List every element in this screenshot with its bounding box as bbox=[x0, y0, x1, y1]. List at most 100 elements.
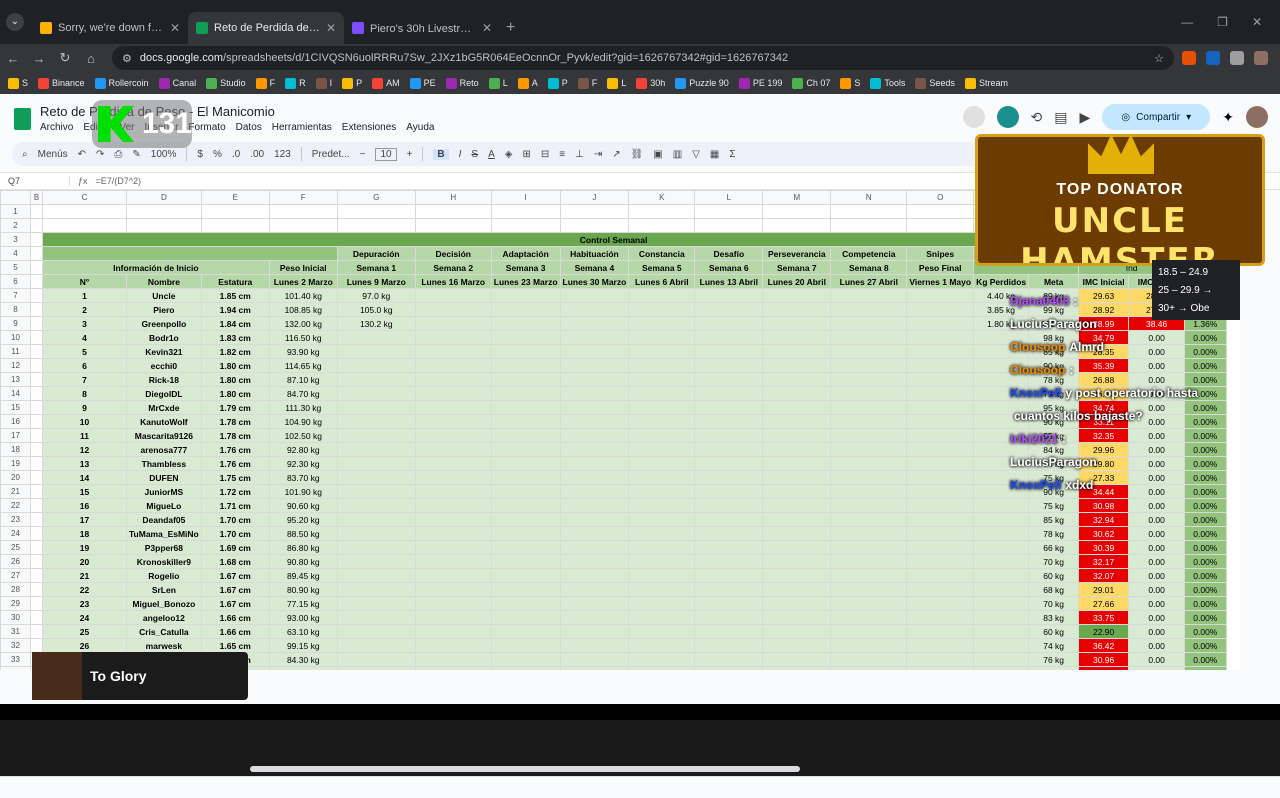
week-weight[interactable] bbox=[906, 372, 975, 387]
participant-name[interactable]: TuMama_EsMiNo bbox=[126, 526, 202, 541]
week-weight[interactable] bbox=[490, 456, 561, 471]
week1-weight[interactable] bbox=[336, 386, 416, 401]
initial-weight[interactable]: 101.90 kg bbox=[268, 484, 338, 499]
menu-item[interactable]: Datos bbox=[236, 122, 262, 133]
meta-weight[interactable]: 70 kg bbox=[1028, 554, 1080, 569]
grid-cell[interactable] bbox=[694, 218, 764, 233]
participant-name[interactable]: Bodr1o bbox=[126, 330, 202, 345]
participant-name[interactable]: DUFEN bbox=[126, 470, 202, 485]
bookmark-item[interactable]: PE 199 bbox=[738, 77, 782, 89]
zoom-select[interactable]: 100% bbox=[151, 149, 177, 160]
grid-cell[interactable] bbox=[30, 554, 43, 569]
meta-weight[interactable]: 70 kg bbox=[1028, 666, 1080, 670]
imc-initial[interactable]: 29.01 bbox=[1078, 582, 1130, 597]
week-weight[interactable] bbox=[559, 582, 630, 597]
week-weight[interactable] bbox=[906, 470, 975, 485]
grid-cell[interactable] bbox=[42, 218, 127, 233]
grid-cell[interactable] bbox=[628, 204, 696, 219]
text-color-button[interactable]: A bbox=[488, 149, 495, 160]
week-weight[interactable] bbox=[490, 596, 561, 611]
stage-header[interactable]: Adaptación bbox=[490, 246, 561, 261]
bookmark-item[interactable]: Tools bbox=[870, 77, 905, 89]
grid-cell[interactable] bbox=[126, 204, 202, 219]
week-weight[interactable] bbox=[628, 512, 696, 527]
kg-lost[interactable] bbox=[973, 638, 1030, 653]
row-number[interactable]: 19 bbox=[0, 456, 31, 471]
participant-height[interactable]: 1.83 cm bbox=[200, 330, 270, 345]
grid-cell[interactable] bbox=[30, 358, 43, 373]
row-number[interactable]: 17 bbox=[0, 428, 31, 443]
initial-weight[interactable]: 132.00 kg bbox=[268, 316, 338, 331]
meta-weight[interactable]: 66 kg bbox=[1028, 540, 1080, 555]
column-header[interactable]: O bbox=[906, 190, 975, 205]
week-weight[interactable] bbox=[559, 512, 630, 527]
week-weight[interactable] bbox=[830, 484, 908, 499]
week-weight[interactable] bbox=[830, 344, 908, 359]
menu-item[interactable]: Archivo bbox=[40, 122, 73, 133]
stage-header[interactable]: Perseverancia bbox=[762, 246, 832, 261]
week-weight[interactable] bbox=[414, 554, 492, 569]
column-title[interactable]: Meta bbox=[1028, 274, 1080, 289]
percent-lost[interactable]: 0.00% bbox=[1184, 498, 1227, 513]
initial-weight[interactable]: 83.70 kg bbox=[268, 470, 338, 485]
row-number[interactable]: 18 bbox=[0, 442, 31, 457]
week-weight[interactable] bbox=[490, 498, 561, 513]
week-weight[interactable] bbox=[762, 610, 832, 625]
week-weight[interactable] bbox=[628, 302, 696, 317]
participant-height[interactable]: 1.80 cm bbox=[200, 386, 270, 401]
week-weight[interactable] bbox=[906, 414, 975, 429]
formula-input[interactable]: =E7/(D7^2) bbox=[88, 176, 142, 186]
week-weight[interactable] bbox=[559, 610, 630, 625]
meta-weight[interactable]: 74 kg bbox=[1028, 638, 1080, 653]
week-weight[interactable] bbox=[830, 288, 908, 303]
participant-height[interactable]: 1.68 cm bbox=[200, 554, 270, 569]
grid-cell[interactable] bbox=[30, 288, 43, 303]
week1-weight[interactable] bbox=[336, 400, 416, 415]
url-field[interactable]: ⚙ docs.google.com/spreadsheets/d/1CIVQSN… bbox=[112, 46, 1174, 70]
week-weight[interactable] bbox=[762, 624, 832, 639]
participant-height[interactable]: 1.72 cm bbox=[200, 484, 270, 499]
meet-icon[interactable]: ▶ bbox=[1079, 109, 1090, 126]
grid-cell[interactable] bbox=[30, 232, 43, 247]
week-weight[interactable] bbox=[628, 470, 696, 485]
grid-cell[interactable] bbox=[42, 246, 338, 261]
week-weight[interactable] bbox=[762, 428, 832, 443]
participant-height[interactable]: 1.80 cm bbox=[200, 372, 270, 387]
percent-lost[interactable]: 0.00% bbox=[1184, 568, 1227, 583]
week-weight[interactable] bbox=[414, 484, 492, 499]
week-weight[interactable] bbox=[830, 330, 908, 345]
participant-height[interactable]: 1.85 cm bbox=[200, 288, 270, 303]
grid-cell[interactable] bbox=[762, 218, 832, 233]
week-weight[interactable] bbox=[762, 652, 832, 667]
column-header[interactable]: L bbox=[694, 190, 764, 205]
week-weight[interactable] bbox=[906, 624, 975, 639]
week-weight[interactable] bbox=[694, 568, 764, 583]
week-weight[interactable] bbox=[414, 386, 492, 401]
filter-icon[interactable]: ▽ bbox=[692, 149, 700, 160]
grid-cell[interactable] bbox=[830, 218, 908, 233]
week-weight[interactable] bbox=[490, 526, 561, 541]
bookmark-item[interactable]: F bbox=[577, 77, 597, 89]
week1-weight[interactable] bbox=[336, 372, 416, 387]
grid-cell[interactable] bbox=[30, 316, 43, 331]
percent-lost[interactable]: 0.00% bbox=[1184, 624, 1227, 639]
week-weight[interactable] bbox=[628, 414, 696, 429]
row-number[interactable]: 26 bbox=[0, 554, 31, 569]
participant-height[interactable]: 1.69 cm bbox=[200, 540, 270, 555]
participant-name[interactable]: Mascarita9126 bbox=[126, 428, 202, 443]
week-weight[interactable] bbox=[628, 652, 696, 667]
initial-weight[interactable]: 92.80 kg bbox=[268, 442, 338, 457]
row-number[interactable]: 33 bbox=[0, 652, 31, 667]
week-weight[interactable] bbox=[628, 582, 696, 597]
participant-name[interactable]: DiegolDL bbox=[126, 386, 202, 401]
column-title[interactable]: Lunes 6 Abril bbox=[628, 274, 696, 289]
imc-initial[interactable]: 30.62 bbox=[1078, 526, 1130, 541]
week-weight[interactable] bbox=[830, 470, 908, 485]
week1-weight[interactable] bbox=[336, 638, 416, 653]
week1-weight[interactable] bbox=[336, 414, 416, 429]
site-info-icon[interactable]: ⚙ bbox=[122, 52, 132, 65]
participant-height[interactable]: 1.66 cm bbox=[200, 610, 270, 625]
home-icon[interactable]: ⌂ bbox=[78, 51, 104, 66]
grid-cell[interactable] bbox=[30, 302, 43, 317]
imc-initial[interactable]: 30.39 bbox=[1078, 540, 1130, 555]
